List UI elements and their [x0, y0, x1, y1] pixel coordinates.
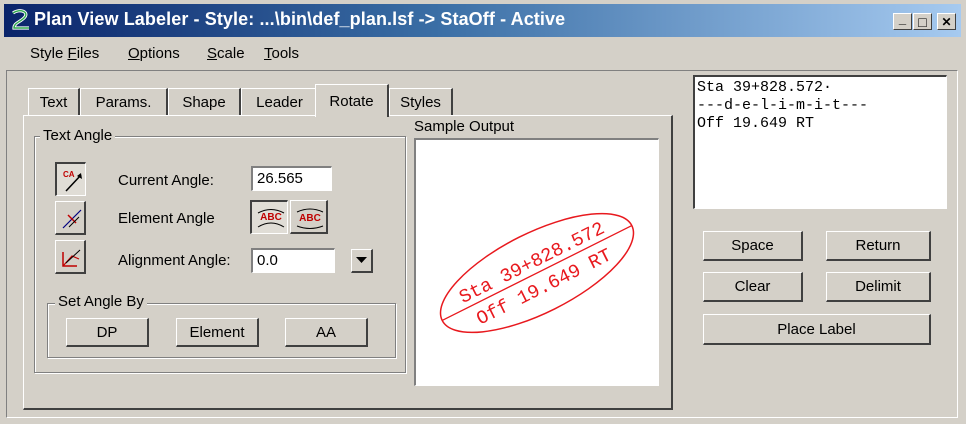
alignment-angle-value: 0.0: [257, 252, 278, 269]
label-preview-textbox[interactable]: Sta 39+828.572· ---d-e-l-i-m-i-t--- Off …: [693, 75, 947, 209]
tab-params[interactable]: Params.: [80, 88, 168, 116]
menu-tools-suffix: ools: [271, 45, 300, 62]
menu-options-suffix: ptions: [139, 45, 180, 62]
sample-output-label: Sample Output: [414, 118, 515, 135]
preview-line-2: ---d-e-l-i-m-i-t---: [697, 97, 869, 114]
current-angle-icon-text: CA: [63, 170, 75, 179]
alignment-angle-input[interactable]: 0.0: [251, 248, 335, 273]
alignment-angle-icon: [62, 249, 81, 267]
plan-view-labeler-window: Plan View Labeler - Style: ...\bin\def_p…: [0, 0, 966, 424]
maximize-icon: □: [918, 13, 927, 30]
set-angle-dp-button[interactable]: DP: [66, 318, 149, 347]
menu-tools[interactable]: Tools: [264, 45, 299, 62]
text-below-element-icon-text: ABC: [299, 213, 321, 224]
menu-scale[interactable]: Scale: [207, 45, 245, 62]
current-angle-value: 26.565: [257, 170, 303, 187]
tab-text[interactable]: Text: [28, 88, 80, 116]
menu-scale-mnemonic: S: [207, 45, 218, 62]
return-button[interactable]: Return: [826, 231, 931, 261]
menu-scale-suffix: cale: [217, 45, 245, 62]
text-above-element-icon: ABC: [257, 209, 285, 228]
menu-style-files-prefix: Style: [30, 45, 68, 62]
text-angle-group-label: Text Angle: [40, 127, 116, 144]
alignment-angle-mode-button[interactable]: [55, 240, 86, 274]
app-icon: [12, 9, 29, 30]
element-angle-icon: [62, 209, 82, 229]
set-angle-by-group-label: Set Angle By: [55, 293, 147, 310]
alignment-angle-dropdown-button[interactable]: [351, 249, 373, 273]
maximize-button[interactable]: □: [913, 13, 932, 30]
minimize-button[interactable]: _: [893, 11, 912, 30]
delimit-button[interactable]: Delimit: [826, 272, 931, 302]
set-angle-aa-button[interactable]: AA: [285, 318, 368, 347]
minimize-icon: _: [898, 11, 907, 26]
menu-tools-mnemonic: T: [264, 45, 272, 62]
tab-styles[interactable]: Styles: [389, 88, 453, 116]
set-angle-element-button[interactable]: Element: [176, 318, 259, 347]
menu-style-files[interactable]: Style Files: [30, 45, 99, 62]
text-above-element-icon-text: ABC: [260, 212, 282, 223]
preview-line-1: Sta 39+828.572·: [697, 79, 833, 96]
current-angle-label: Current Angle:: [118, 172, 214, 189]
clear-button[interactable]: Clear: [703, 272, 803, 302]
text-below-element-icon: ABC: [296, 208, 324, 229]
current-angle-mode-button[interactable]: CA: [55, 162, 86, 196]
chevron-down-icon: [356, 257, 367, 263]
menu-options-mnemonic: O: [128, 45, 140, 62]
sample-output-canvas: Sta 39+828.572 Off 19.649 RT: [414, 138, 659, 386]
tab-rotate[interactable]: Rotate: [315, 84, 389, 117]
tab-shape[interactable]: Shape: [168, 88, 241, 116]
menu-style-files-mnemonic: F: [67, 45, 77, 62]
close-button[interactable]: ✕: [937, 13, 956, 30]
menu-style-files-suffix: iles: [76, 45, 100, 62]
place-label-button[interactable]: Place Label: [703, 314, 931, 345]
current-angle-icon: CA: [63, 170, 82, 192]
element-angle-label: Element Angle: [118, 210, 215, 227]
element-angle-below-button[interactable]: ABC: [290, 200, 328, 234]
element-angle-mode-button[interactable]: [55, 201, 86, 235]
window-title: Plan View Labeler - Style: ...\bin\def_p…: [34, 9, 566, 29]
menu-options[interactable]: Options: [128, 45, 180, 62]
alignment-angle-label: Alignment Angle:: [118, 252, 231, 269]
close-icon: ✕: [941, 14, 952, 29]
current-angle-input[interactable]: 26.565: [251, 166, 332, 191]
space-button[interactable]: Space: [703, 231, 803, 261]
sample-label-graphic: Sta 39+828.572 Off 19.649 RT: [439, 212, 635, 334]
tab-leader[interactable]: Leader: [241, 88, 319, 116]
title-bar[interactable]: Plan View Labeler - Style: ...\bin\def_p…: [4, 4, 961, 37]
element-angle-above-button[interactable]: ABC: [250, 200, 288, 234]
menu-bar: Style Files Options Scale Tools: [4, 41, 961, 67]
preview-line-3: Off 19.649 RT: [697, 115, 815, 132]
